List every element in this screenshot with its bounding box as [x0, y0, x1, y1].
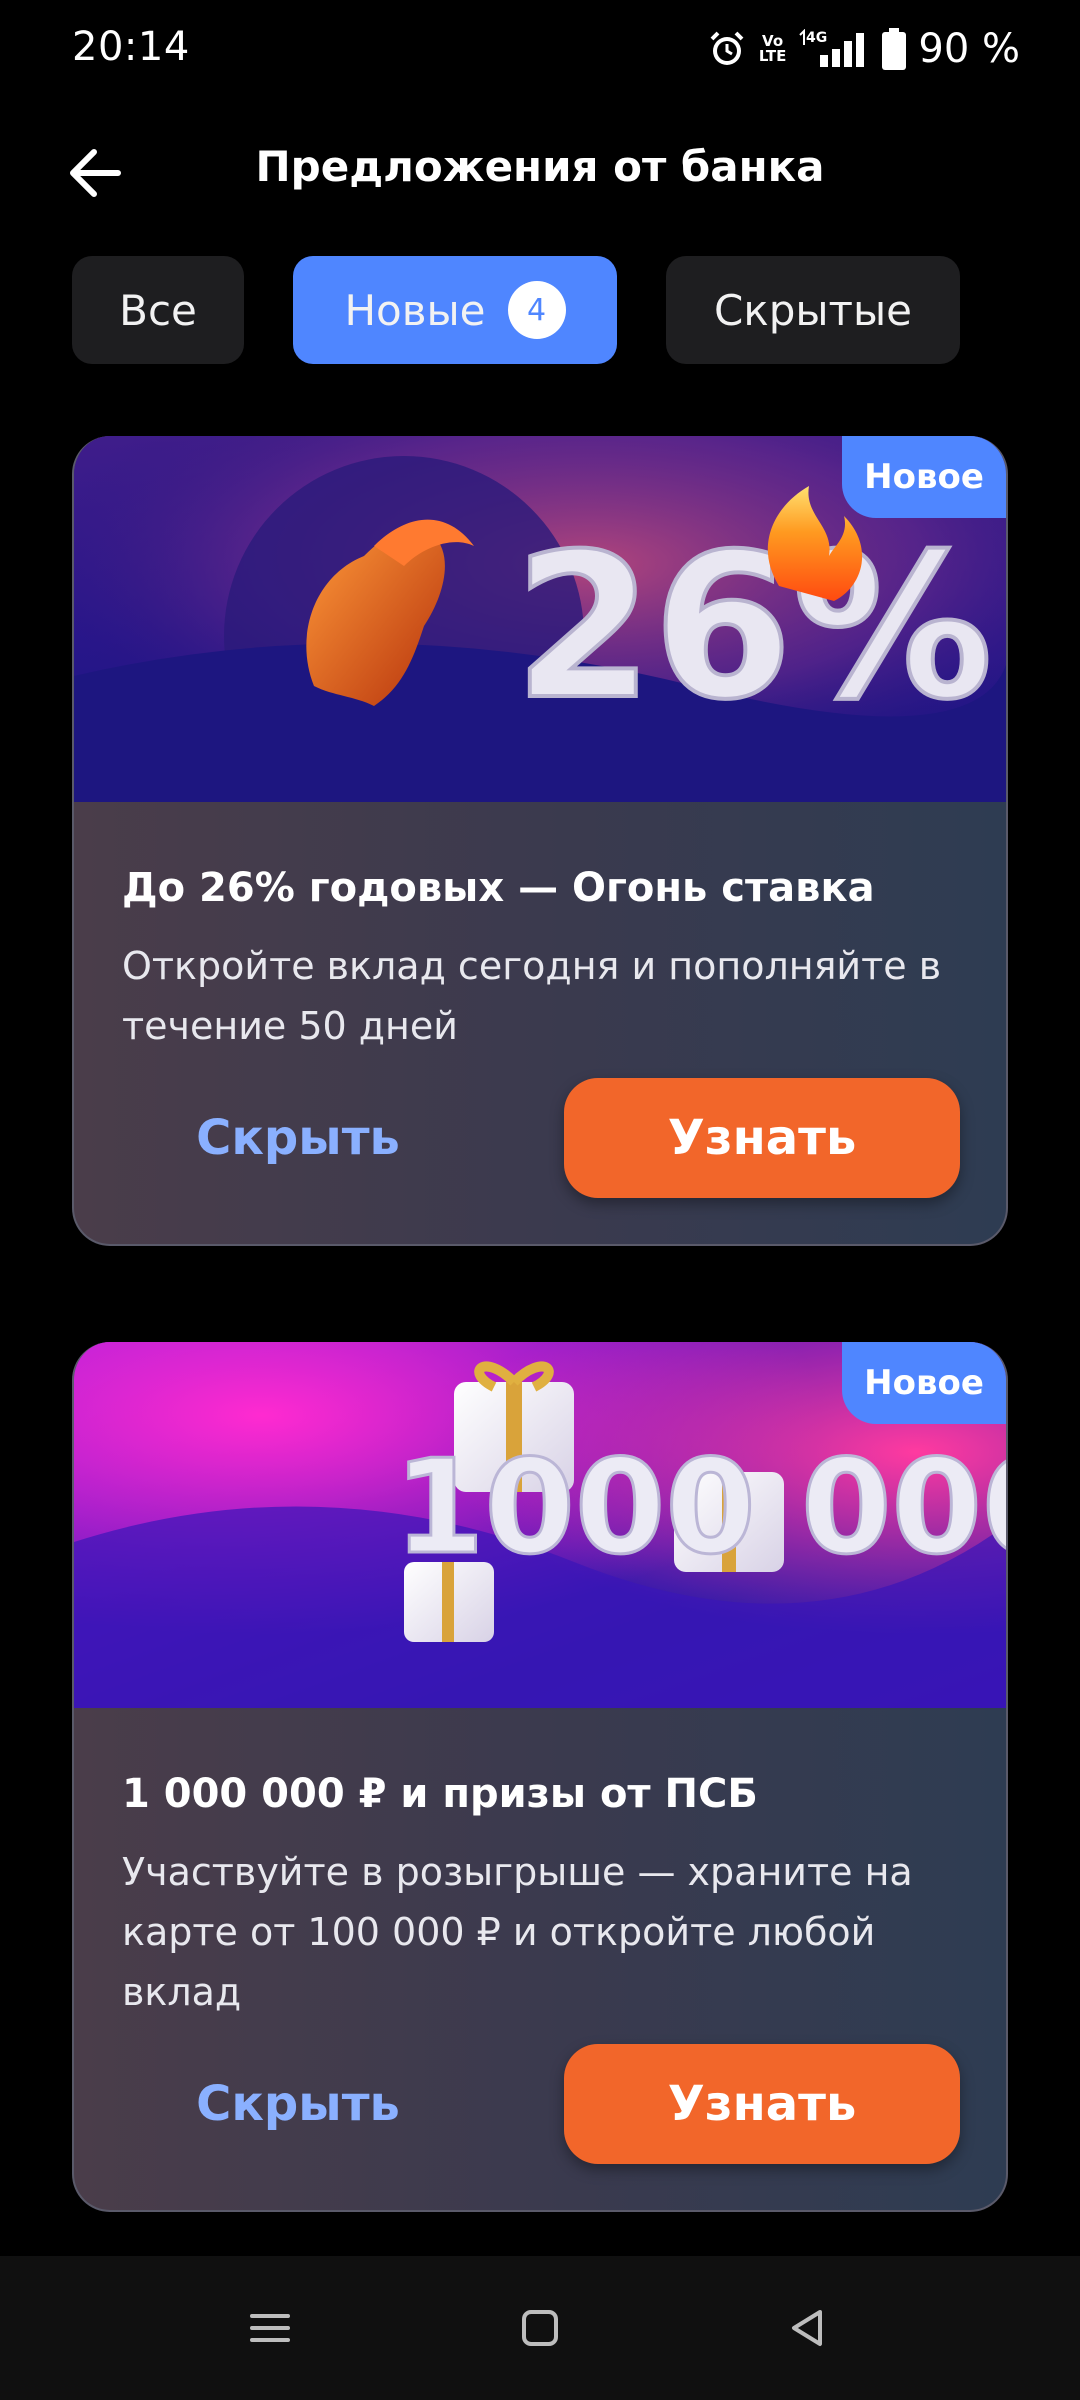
alarm-icon — [710, 31, 744, 65]
home-square-icon — [522, 2310, 558, 2346]
offer-card[interactable]: 1000 000 Новое 1 000 000 ₽ и призы от ПС… — [72, 1342, 1008, 2212]
offer-description: Откройте вклад сегодня и пополняйте в те… — [122, 944, 942, 1048]
learn-more-button[interactable]: Узнать — [564, 1078, 960, 1198]
offer-body: 1 000 000 ₽ и призы от ПСБ Участвуйте в … — [74, 1708, 1006, 2022]
back-triangle-icon — [792, 2310, 822, 2346]
tab-count-badge: 4 — [507, 281, 566, 339]
volte-icon: Vo LTE — [758, 32, 787, 65]
tab-label: Новые — [344, 285, 486, 335]
tab-hidden[interactable]: Скрытые — [666, 256, 960, 364]
network-label: 4G — [806, 30, 827, 46]
banner-rate-text: 26% — [514, 511, 993, 744]
system-back-button[interactable] — [772, 2292, 844, 2364]
offer-card[interactable]: 26% Новое До 26% годовых — Огонь ставка … — [72, 436, 1008, 1246]
tab-label: Все — [119, 285, 197, 335]
offer-banner-image: 1000 000 Новое — [74, 1342, 1006, 1708]
home-button[interactable] — [504, 2292, 576, 2364]
offer-title: До 26% годовых — Огонь ставка — [122, 865, 875, 911]
tab-all[interactable]: Все — [72, 256, 244, 364]
offer-description: Участвуйте в розыгрыше — храните на карт… — [122, 1850, 913, 2014]
offer-title: 1 000 000 ₽ и призы от ПСБ — [122, 1771, 758, 1817]
status-icons: Vo LTE 4G 90 % — [707, 24, 1020, 74]
learn-more-button[interactable]: Узнать — [564, 2044, 960, 2164]
signal-icon: 4G — [799, 29, 865, 67]
top-app-bar: Предложения от банка — [0, 120, 1080, 220]
battery-icon — [882, 28, 907, 70]
page-title: Предложения от банка — [255, 142, 825, 191]
offer-banner-image: 26% Новое — [74, 436, 1006, 802]
tab-label: Скрытые — [714, 285, 912, 335]
hide-offer-button[interactable]: Скрыть — [170, 2044, 426, 2164]
recent-apps-button[interactable] — [234, 2292, 306, 2364]
hide-offer-button[interactable]: Скрыть — [170, 1078, 426, 1198]
system-navigation-bar — [0, 2256, 1080, 2400]
menu-icon — [250, 2314, 290, 2342]
tab-new[interactable]: Новые 4 — [293, 256, 617, 364]
new-badge: Новое — [842, 436, 1006, 518]
battery-percent: 90 % — [918, 26, 1020, 72]
banner-prize-text: 1000 000 — [394, 1431, 1006, 1583]
offer-actions: Скрыть Узнать — [74, 1078, 1006, 1198]
status-time: 20:14 — [72, 24, 190, 70]
offer-body: До 26% годовых — Огонь ставка Откройте в… — [74, 802, 1006, 1056]
new-badge: Новое — [842, 1342, 1006, 1424]
status-bar: 20:14 Vo LTE 4G 90 % — [0, 0, 1080, 100]
offer-actions: Скрыть Узнать — [74, 2044, 1006, 2164]
